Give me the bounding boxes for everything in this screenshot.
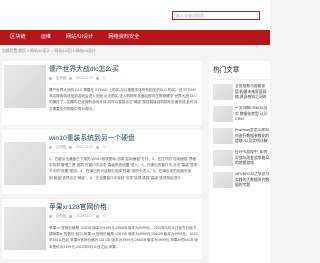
hot-article-thumbnail[interactable] xyxy=(213,84,233,100)
post-excerpt: 苹果 xr 官网价格是 128GB 版本为5499元,256GB 版本为5999… xyxy=(49,226,198,249)
hot-article-thumbnail[interactable] xyxy=(213,150,233,166)
nav-item-blockchain[interactable]: 区块链 xyxy=(10,30,26,45)
post-thumbnail[interactable] xyxy=(4,142,46,185)
site-header xyxy=(0,0,270,30)
post-excerpt: 1、右键点击桌面左下角的 Win10系统图标,选择"控制面板"打开。2、在打开的… xyxy=(49,157,198,180)
eye-icon xyxy=(96,77,100,80)
hot-article-item[interactable]: 全息投影与智能家居:构建未来家庭网络,具身感知之间的连接 xyxy=(213,84,270,100)
post-views: 0 xyxy=(103,214,106,218)
post-date: 2022-11-07 xyxy=(76,145,94,149)
post-views: 0 xyxy=(103,145,106,149)
nav-item-network-security[interactable]: 网络资料安全 xyxy=(108,30,139,45)
hot-article-item[interactable]: Postman是怎么样如何进行数据参数化的提取?以及实例详解应用的 xyxy=(213,128,270,144)
post-views: 0 xyxy=(103,76,106,80)
post-title[interactable]: 苹果xr128官网价格 xyxy=(49,203,198,213)
main-nav: 区块链 运维 网站/UI设计 网络资料安全 xyxy=(0,30,270,45)
hot-article-title[interactable]: Postman是怎么样如何进行数据参数化的提取?以及实例详解应用的 xyxy=(235,128,270,144)
hot-article-title[interactable]: 全息投影与智能家居:构建未来家庭网络,具身感知之间的连接 xyxy=(235,84,270,100)
sidebar-title: 热门文章 xyxy=(213,66,270,80)
clock-icon xyxy=(69,215,73,218)
page: 区块链 运维 网站/UI设计 网络资料安全 当前位置:首页 > 网站/UI设计 … xyxy=(0,0,270,263)
post-title[interactable]: win10重装系统到另一个硬盘 xyxy=(49,134,198,144)
category-icon xyxy=(49,77,52,80)
eye-icon xyxy=(96,215,100,218)
post-list: 儒产世界大战dlc怎么买 区块链 2022-11-07 0 儒产世界大战的 DL… xyxy=(2,61,202,263)
post-date: 2022-11-07 xyxy=(76,76,94,80)
post-thumbnail[interactable] xyxy=(4,65,46,108)
hot-article-thumbnail[interactable] xyxy=(213,106,233,122)
hot-article-title[interactable]: 在FPS游戏中, 如何对战与改变战争格局的地图游戏.. xyxy=(235,150,270,166)
sidebar-hot-articles: 热门文章 全息投影与智能家居:构建未来家庭网络,具身感知之间的连接 一文详解CR… xyxy=(209,61,270,263)
post-excerpt: 儒产世界大战的 DLC 需要在 STEAM 上购买,可以按照本体所有相关的DLC… xyxy=(49,88,198,111)
hot-article-title[interactable]: 一文详解CRM 以及对 数据化转型 认识 CRM xyxy=(235,106,270,122)
hot-article-item[interactable]: 一文详解CRM 以及对 数据化转型 认识 CRM xyxy=(213,106,270,122)
hot-article-item[interactable]: NFVBRGM之争议与实践的大数据时代数据的专题 xyxy=(213,172,270,188)
post-card: win10重装系统到另一个硬盘 区块链 2022-11-07 0 1、右键点击桌… xyxy=(2,130,202,194)
eye-icon xyxy=(96,146,100,149)
hot-article-list: 全息投影与智能家居:构建未来家庭网络,具身感知之间的连接 一文详解CRM 以及对… xyxy=(213,84,270,188)
post-body: 苹果xr128官网价格 区块链 2022-11-07 0 苹果 xr 官网价格是… xyxy=(49,203,198,255)
post-date: 2022-11-07 xyxy=(76,214,94,218)
post-card: 苹果xr128官网价格 区块链 2022-11-07 0 苹果 xr 官网价格是… xyxy=(2,199,202,259)
post-title[interactable]: 儒产世界大战dlc怎么买 xyxy=(49,65,198,75)
nav-item-ops[interactable]: 运维 xyxy=(41,30,51,45)
search-box[interactable] xyxy=(172,11,260,20)
breadcrumb: 当前位置:首页 > 网站/UI设计 > 网站/UI设计:网站/UI设计 xyxy=(2,49,96,53)
post-category[interactable]: 区块链 xyxy=(56,76,66,81)
search-input[interactable] xyxy=(176,12,259,19)
category-icon xyxy=(49,146,52,149)
post-meta: 区块链 2022-11-07 0 xyxy=(49,214,198,222)
category-icon xyxy=(49,215,52,218)
nav-item-web-ui-design[interactable]: 网站/UI设计 xyxy=(66,30,93,45)
post-body: win10重装系统到另一个硬盘 区块链 2022-11-07 0 1、右键点击桌… xyxy=(49,134,198,190)
hot-article-thumbnail[interactable] xyxy=(213,128,233,144)
hot-article-item[interactable]: 在FPS游戏中, 如何对战与改变战争格局的地图游戏.. xyxy=(213,150,270,166)
clock-icon xyxy=(69,77,73,80)
post-meta: 区块链 2022-11-07 0 xyxy=(49,76,198,84)
post-category[interactable]: 区块链 xyxy=(56,214,66,219)
post-category[interactable]: 区块链 xyxy=(56,145,66,150)
post-meta: 区块链 2022-11-07 0 xyxy=(49,145,198,153)
post-card: 儒产世界大战dlc怎么买 区块链 2022-11-07 0 儒产世界大战的 DL… xyxy=(2,61,202,125)
hot-article-thumbnail[interactable] xyxy=(213,172,233,188)
hot-article-title[interactable]: NFVBRGM之争议与实践的大数据时代数据的专题 xyxy=(235,172,270,188)
post-body: 儒产世界大战dlc怎么买 区块链 2022-11-07 0 儒产世界大战的 DL… xyxy=(49,65,198,121)
clock-icon xyxy=(69,146,73,149)
post-thumbnail[interactable] xyxy=(4,207,46,250)
